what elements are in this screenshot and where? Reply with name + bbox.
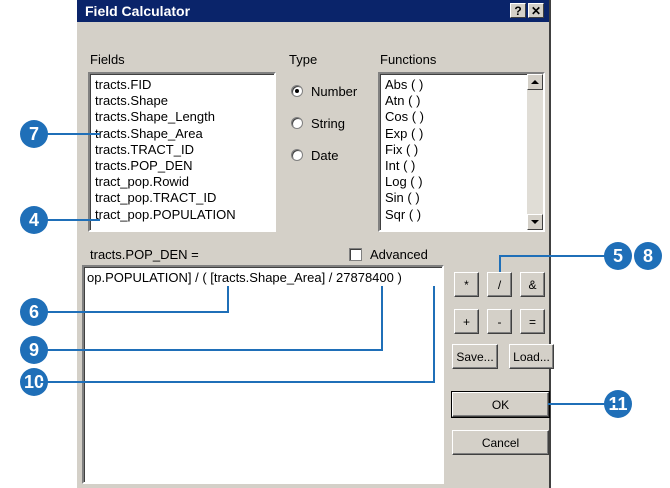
operator-equals-button[interactable]: = xyxy=(520,309,545,334)
help-button[interactable]: ? xyxy=(510,3,526,18)
operator-multiply-button[interactable]: * xyxy=(454,272,479,297)
function-list-item[interactable]: Sin ( ) xyxy=(385,190,424,206)
operator-add-button[interactable]: + xyxy=(454,309,479,334)
field-list-item[interactable]: tract_pop.TRACT_ID xyxy=(95,190,236,206)
callout-9: 9 xyxy=(20,336,48,364)
field-list-item[interactable]: tracts.Shape xyxy=(95,93,236,109)
field-list-item[interactable]: tract_pop.Rowid xyxy=(95,174,236,190)
functions-scrollbar[interactable] xyxy=(527,74,543,230)
expression-input[interactable]: op.POPULATION] / ( [tracts.Shape_Area] /… xyxy=(82,265,444,484)
functions-list[interactable]: Abs ( ) Atn ( ) Cos ( ) Exp ( ) Fix ( ) Int (… xyxy=(378,72,545,232)
scroll-up-icon xyxy=(531,80,539,84)
function-list-item[interactable]: Atn ( ) xyxy=(385,93,424,109)
type-label-number: Number xyxy=(311,84,358,99)
load-button[interactable]: Load... xyxy=(509,344,554,369)
field-list-item[interactable]: tracts.TRACT_ID xyxy=(95,142,236,158)
advanced-checkbox[interactable] xyxy=(349,248,362,261)
function-list-item[interactable]: Int ( ) xyxy=(385,158,424,174)
function-list-item[interactable]: Fix ( ) xyxy=(385,142,424,158)
function-list-item[interactable]: Abs ( ) xyxy=(385,77,424,93)
callout-7: 7 xyxy=(20,120,48,148)
type-radio-date[interactable] xyxy=(291,149,303,161)
window-title: Field Calculator xyxy=(85,3,191,19)
callout-5: 5 xyxy=(604,242,632,270)
fields-label: Fields xyxy=(90,52,125,67)
function-list-item[interactable]: Exp ( ) xyxy=(385,126,424,142)
callout-4: 4 xyxy=(20,206,48,234)
scroll-down-button[interactable] xyxy=(527,214,543,230)
type-radio-number[interactable] xyxy=(291,85,303,97)
field-calculator-dialog: Field Calculator ? ✕ Fields tracts.FID tr… xyxy=(75,0,554,488)
field-list-item[interactable]: tracts.POP_DEN xyxy=(95,158,236,174)
advanced-label: Advanced xyxy=(370,247,428,262)
type-label-date: Date xyxy=(311,148,339,163)
ok-button[interactable]: OK xyxy=(451,391,550,418)
callout-11: 11 xyxy=(604,390,632,418)
scroll-down-icon xyxy=(531,220,539,224)
callout-8: 8 xyxy=(634,242,662,270)
callout-10: 10 xyxy=(20,368,48,396)
operator-divide-button[interactable]: / xyxy=(487,272,512,297)
field-list-item[interactable]: tracts.FID xyxy=(95,77,236,93)
field-list-item[interactable]: tract_pop.POPULATION xyxy=(95,207,236,223)
operator-subtract-button[interactable]: - xyxy=(487,309,512,334)
function-list-item[interactable]: Cos ( ) xyxy=(385,109,424,125)
close-button[interactable]: ✕ xyxy=(528,3,544,18)
cancel-button[interactable]: Cancel xyxy=(452,430,549,455)
scroll-up-button[interactable] xyxy=(527,74,543,90)
radio-selected-dot xyxy=(295,89,299,93)
field-list-item[interactable]: tracts.Shape_Area xyxy=(95,126,236,142)
field-list-item[interactable]: tracts.Shape_Length xyxy=(95,109,236,125)
function-list-item[interactable]: Log ( ) xyxy=(385,174,424,190)
expression-text: op.POPULATION] / ( [tracts.Shape_Area] /… xyxy=(87,270,402,285)
callout-6: 6 xyxy=(20,298,48,326)
fields-list[interactable]: tracts.FID tracts.Shape tracts.Shape_Lengt… xyxy=(88,72,276,232)
expression-label: tracts.POP_DEN = xyxy=(90,247,199,262)
functions-label: Functions xyxy=(380,52,437,67)
type-label-string: String xyxy=(311,116,345,131)
save-button[interactable]: Save... xyxy=(452,344,498,369)
operator-concatenate-button[interactable]: & xyxy=(520,272,545,297)
function-list-item[interactable]: Sqr ( ) xyxy=(385,207,424,223)
title-bar: Field Calculator ? ✕ xyxy=(77,0,549,22)
type-label: Type xyxy=(289,52,318,67)
type-radio-string[interactable] xyxy=(291,117,303,129)
